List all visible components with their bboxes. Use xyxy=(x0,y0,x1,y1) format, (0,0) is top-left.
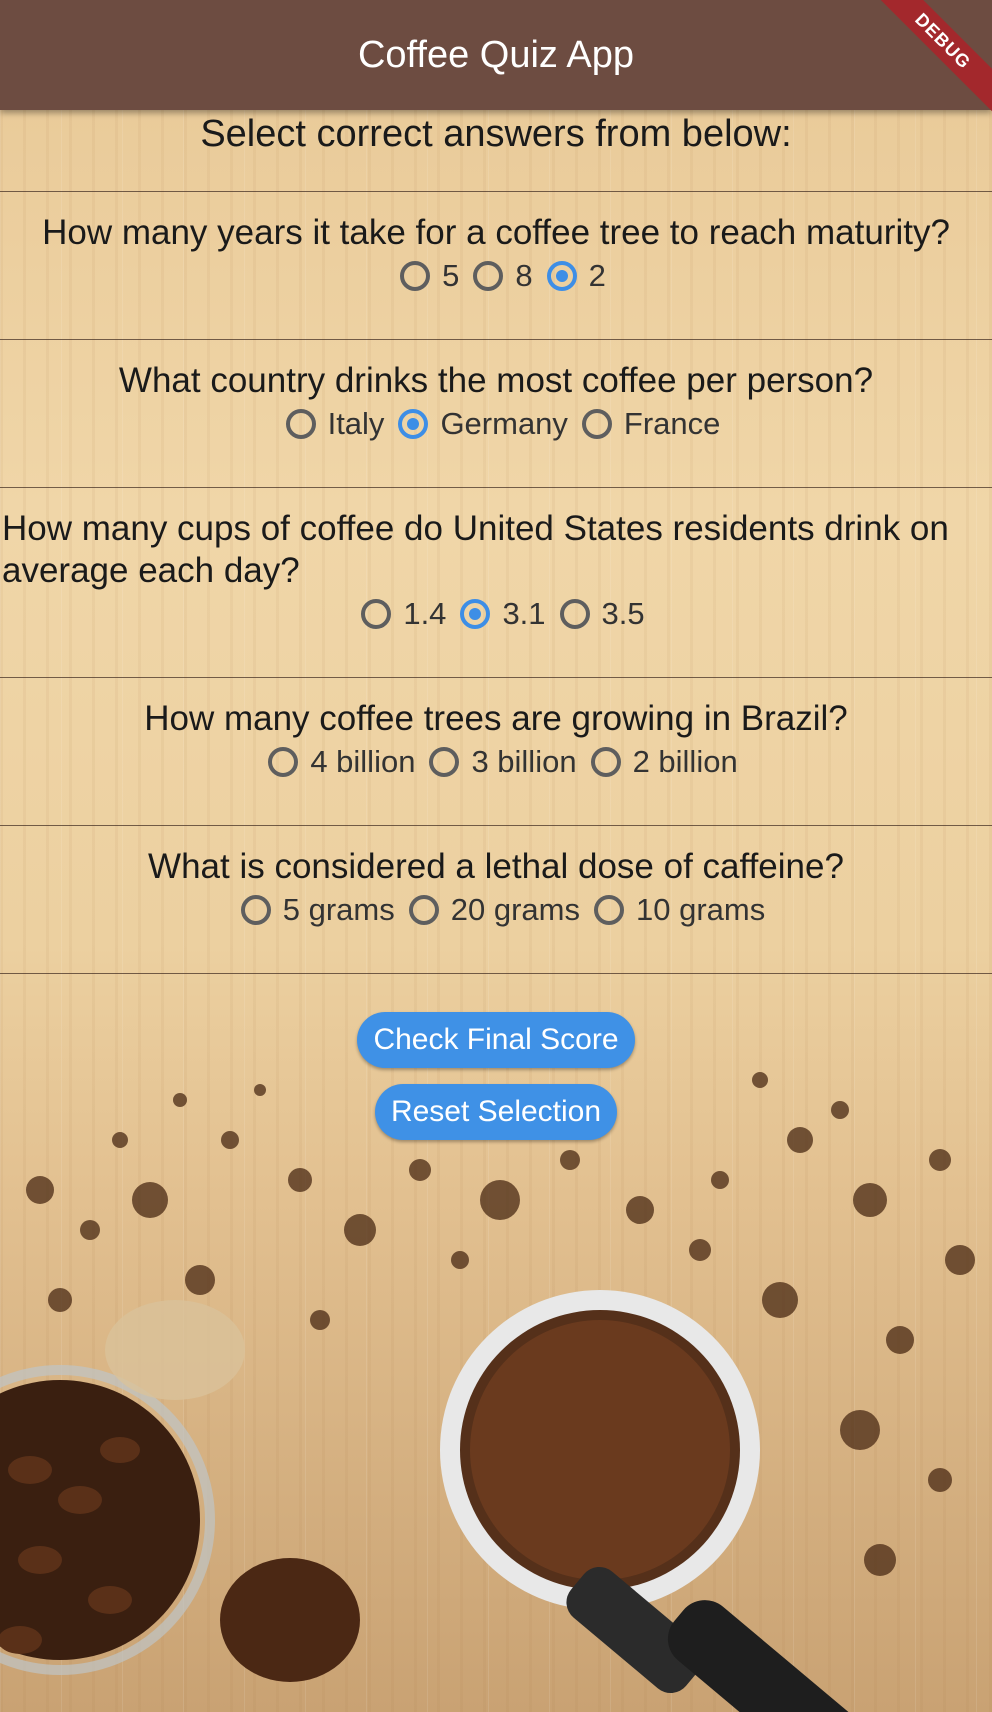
option-5-grams[interactable]: 5 grams xyxy=(227,892,395,928)
option-3-1[interactable]: 3.1 xyxy=(446,596,546,632)
radio-button-selected[interactable] xyxy=(460,599,491,629)
answer-options: 4 billion 3 billion 2 billion xyxy=(0,744,992,780)
radio-button[interactable] xyxy=(268,747,299,777)
option-label: Italy xyxy=(327,406,385,441)
option-20-grams[interactable]: 20 grams xyxy=(395,892,580,928)
reset-selection-button[interactable]: Reset Selection xyxy=(374,1084,618,1140)
question-text: How many coffee trees are growing in Bra… xyxy=(144,699,848,738)
option-label: 3.1 xyxy=(502,596,546,631)
question-text: How many cups of coffee do United States… xyxy=(2,509,949,590)
radio-button[interactable] xyxy=(240,895,271,925)
radio-button[interactable] xyxy=(408,895,439,925)
option-4-billion[interactable]: 4 billion xyxy=(254,744,415,780)
radio-button[interactable] xyxy=(581,409,612,439)
question-text: How many years it take for a coffee tree… xyxy=(42,213,950,252)
answer-options: 5 grams 20 grams 10 grams xyxy=(0,892,992,928)
app-bar: Coffee Quiz App xyxy=(0,0,992,110)
option-label: 20 grams xyxy=(450,892,580,927)
option-label: 5 xyxy=(442,258,460,293)
question-4: How many coffee trees are growing in Bra… xyxy=(0,678,992,826)
radio-button[interactable] xyxy=(429,747,460,777)
action-buttons: Check Final Score Reset Selection xyxy=(0,1012,992,1140)
radio-button[interactable] xyxy=(400,261,431,291)
page-heading: Select correct answers from below: xyxy=(0,110,992,192)
app-title: Coffee Quiz App xyxy=(357,33,635,76)
radio-button[interactable] xyxy=(590,747,621,777)
option-3-billion[interactable]: 3 billion xyxy=(415,744,577,780)
radio-button[interactable] xyxy=(559,599,590,629)
option-germany[interactable]: Germany xyxy=(384,406,568,442)
option-8[interactable]: 8 xyxy=(459,258,533,294)
radio-button[interactable] xyxy=(285,409,316,439)
option-label: 3.5 xyxy=(601,596,645,631)
option-label: Germany xyxy=(440,406,568,441)
option-label: 2 xyxy=(588,258,606,293)
option-3-5[interactable]: 3.5 xyxy=(546,596,645,632)
radio-button-selected[interactable] xyxy=(546,261,577,291)
option-label: 4 billion xyxy=(310,744,416,779)
option-label: 1.4 xyxy=(403,596,447,631)
question-5: What is considered a lethal dose of caff… xyxy=(0,826,992,974)
radio-button[interactable] xyxy=(593,895,624,925)
question-text: What is considered a lethal dose of caff… xyxy=(148,847,844,886)
option-label: 8 xyxy=(515,258,533,293)
option-france[interactable]: France xyxy=(568,406,720,442)
option-label: 5 grams xyxy=(282,892,395,927)
radio-button-selected[interactable] xyxy=(398,409,429,439)
answer-options: 1.4 3.1 3.5 xyxy=(0,596,992,632)
radio-button[interactable] xyxy=(473,261,504,291)
option-label: 10 grams xyxy=(635,892,766,927)
option-10-grams[interactable]: 10 grams xyxy=(580,892,765,928)
option-label: 3 billion xyxy=(471,744,577,779)
option-label: France xyxy=(623,406,721,441)
quiz-content: Select correct answers from below: How m… xyxy=(0,110,992,1140)
question-3: How many cups of coffee do United States… xyxy=(0,488,992,678)
option-1-4[interactable]: 1.4 xyxy=(347,596,446,632)
option-5[interactable]: 5 xyxy=(386,258,459,294)
question-2: What country drinks the most coffee per … xyxy=(0,340,992,488)
option-2-billion[interactable]: 2 billion xyxy=(577,744,738,780)
answer-options: Italy Germany France xyxy=(0,406,992,442)
check-final-score-button[interactable]: Check Final Score xyxy=(357,1012,635,1068)
option-label: 2 billion xyxy=(632,744,738,779)
answer-options: 5 8 2 xyxy=(0,258,992,294)
option-2[interactable]: 2 xyxy=(533,258,606,294)
question-1: How many years it take for a coffee tree… xyxy=(0,192,992,340)
radio-button[interactable] xyxy=(361,599,392,629)
option-italy[interactable]: Italy xyxy=(272,406,385,442)
question-text: What country drinks the most coffee per … xyxy=(118,361,874,400)
